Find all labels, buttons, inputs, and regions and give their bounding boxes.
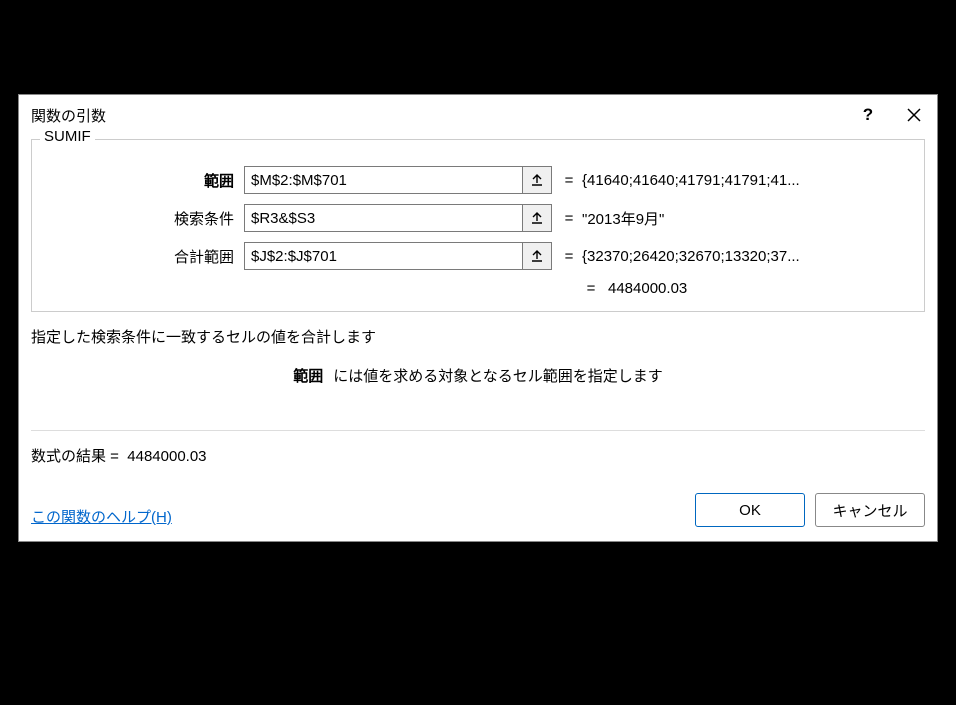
arg-row-sumrange: 合計範囲 = {32370;26420;32670;13320;37... xyxy=(44,242,912,270)
function-name-label: SUMIF xyxy=(40,128,95,145)
function-description: 指定した検索条件に一致するセルの値を合計します xyxy=(31,326,925,347)
formula-result-row: 数式の結果 = 4484000.03 xyxy=(31,445,925,466)
sumrange-ref-button[interactable] xyxy=(522,242,552,270)
argument-description-text: には値を求める対象となるセル範囲を指定します xyxy=(333,368,663,385)
equals-sign: = xyxy=(552,210,578,227)
formula-result-value: 4484000.03 xyxy=(127,448,206,465)
function-help-link[interactable]: この関数のヘルプ(H) xyxy=(31,506,172,527)
arguments-group: SUMIF 範囲 = {41640;41640;41791;41791;41..… xyxy=(31,139,925,312)
argument-description-label: 範囲 xyxy=(293,368,323,385)
dialog-title: 関数の引数 xyxy=(31,105,845,126)
arg-row-range: 範囲 = {41640;41640;41791;41791;41... xyxy=(44,166,912,194)
arg-label-range: 範囲 xyxy=(44,170,244,191)
function-arguments-dialog: 関数の引数 ? SUMIF 範囲 = {41640;41640;41791;41… xyxy=(18,94,938,542)
arg-row-criteria: 検索条件 = "2013年9月" xyxy=(44,204,912,232)
argument-description: 範囲には値を求める対象となるセル範囲を指定します xyxy=(31,365,925,386)
separator xyxy=(31,430,925,431)
dialog-body: SUMIF 範囲 = {41640;41640;41791;41791;41..… xyxy=(19,135,937,541)
criteria-ref-button[interactable] xyxy=(522,204,552,232)
arg-label-criteria: 検索条件 xyxy=(44,208,244,229)
calc-result-row: = 4484000.03 xyxy=(44,280,912,297)
equals-sign: = xyxy=(552,248,578,265)
sumrange-evaluated: {32370;26420;32670;13320;37... xyxy=(578,248,912,265)
help-icon[interactable]: ? xyxy=(845,95,891,135)
calc-result-value: 4484000.03 xyxy=(604,280,912,297)
arg-label-sumrange: 合計範囲 xyxy=(44,246,244,267)
criteria-input[interactable] xyxy=(244,204,522,232)
equals-sign: = xyxy=(578,280,604,297)
range-evaluated: {41640;41640;41791;41791;41... xyxy=(578,172,912,189)
range-ref-button[interactable] xyxy=(522,166,552,194)
cancel-button[interactable]: キャンセル xyxy=(815,493,925,527)
titlebar: 関数の引数 ? xyxy=(19,95,937,135)
sumrange-input[interactable] xyxy=(244,242,522,270)
formula-result-label: 数式の結果 = 4484000.03 xyxy=(31,445,207,466)
range-input[interactable] xyxy=(244,166,522,194)
ok-button[interactable]: OK xyxy=(695,493,805,527)
close-icon[interactable] xyxy=(891,95,937,135)
criteria-evaluated: "2013年9月" xyxy=(578,208,912,229)
equals-sign: = xyxy=(552,172,578,189)
